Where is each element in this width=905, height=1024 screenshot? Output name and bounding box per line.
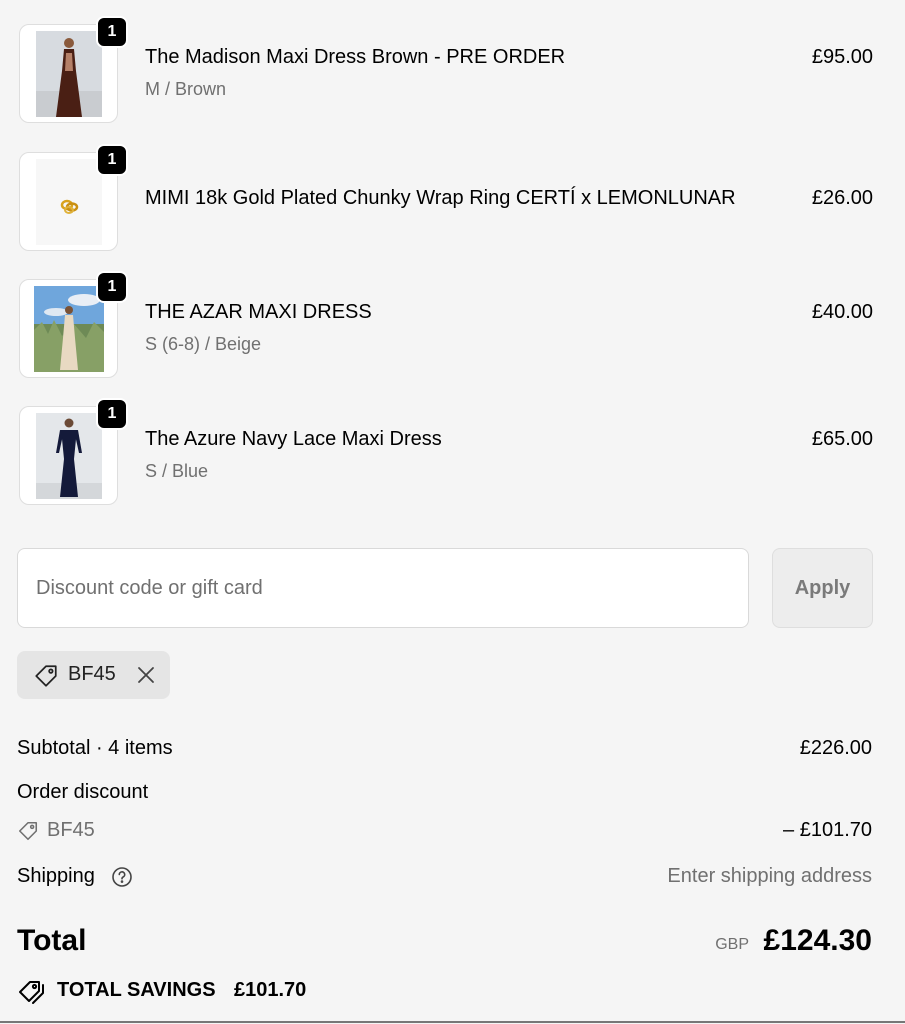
tag-icon <box>17 820 39 847</box>
line-item: 1 MIMI 18k Gold Plated Chunky Wrap Ring … <box>19 144 873 254</box>
brown-dress-photo <box>36 31 102 117</box>
line-item: 1 The Madison Maxi Dress Brown - PRE ORD… <box>19 16 873 126</box>
product-price: £26.00 <box>811 187 873 209</box>
shipping-value: Enter shipping address <box>667 865 872 887</box>
product-variant: S / Blue <box>145 461 209 481</box>
navy-dress-photo <box>36 413 102 499</box>
total-label: Total <box>17 924 87 957</box>
line-item: 1 THE AZAR MAXI DRESS S (6-8) / Beige £4… <box>19 271 873 381</box>
order-discount-label: Order discount <box>17 781 149 803</box>
quantity-badge: 1 <box>96 16 128 48</box>
discount-code-label: BF45 <box>68 663 116 685</box>
product-price: £65.00 <box>811 428 873 450</box>
applied-discount-chip: BF45 <box>17 651 170 699</box>
tags-icon <box>17 977 47 1011</box>
apply-button[interactable]: Apply <box>772 548 873 628</box>
discount-code-input[interactable] <box>17 548 749 628</box>
product-name: THE AZAR MAXI DRESS <box>145 301 372 323</box>
total-value: £124.30 <box>763 924 872 957</box>
remove-discount-icon[interactable] <box>136 665 156 690</box>
subtotal-label: Subtotal · 4 items <box>17 737 173 759</box>
beige-dress-photo <box>34 286 104 372</box>
product-variant: M / Brown <box>145 79 227 99</box>
line-item: 1 The Azure Navy Lace Maxi Dress S / Blu… <box>19 398 873 508</box>
product-name: The Madison Maxi Dress Brown - PRE ORDER <box>145 46 566 68</box>
help-icon[interactable] <box>111 866 133 893</box>
savings-value: £101.70 <box>234 979 307 1001</box>
discount-value: – £101.70 <box>783 819 872 841</box>
shipping-label: Shipping <box>17 865 95 887</box>
savings-label: TOTAL SAVINGS <box>57 979 216 1001</box>
quantity-badge: 1 <box>96 271 128 303</box>
tag-icon <box>33 663 59 694</box>
product-name: MIMI 18k Gold Plated Chunky Wrap Ring CE… <box>145 187 736 209</box>
subtotal-value: £226.00 <box>799 737 872 759</box>
product-price: £40.00 <box>811 301 873 323</box>
product-name: The Azure Navy Lace Maxi Dress <box>145 428 442 450</box>
gold-ring-photo <box>36 159 102 245</box>
currency-code: GBP <box>715 936 749 953</box>
product-variant: S (6-8) / Beige <box>145 334 262 354</box>
product-price: £95.00 <box>811 46 873 68</box>
quantity-badge: 1 <box>96 144 128 176</box>
summary-discount-code: BF45 <box>47 819 95 841</box>
bottom-divider <box>0 1021 905 1023</box>
quantity-badge: 1 <box>96 398 128 430</box>
